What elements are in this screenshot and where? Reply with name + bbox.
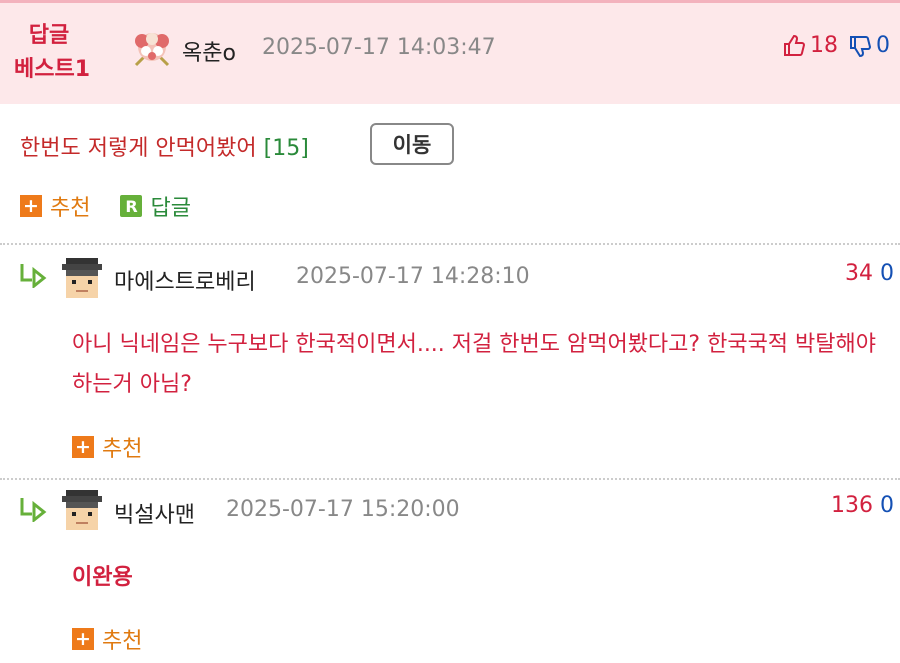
reply-arrow-icon [20, 264, 47, 288]
thread-title-link[interactable]: 한번도 저렇게 안먹어봤어 [15] [20, 130, 309, 162]
recommend-button[interactable]: + 추천 [72, 623, 142, 655]
badge-line-best: 베스트1 [14, 57, 91, 82]
avatar-flower-icon [134, 33, 170, 67]
best-vote-counts: 18 0 [782, 33, 890, 58]
comment-body: 이완용 [72, 565, 133, 590]
divider [0, 243, 900, 245]
recommend-button[interactable]: + 추천 [20, 190, 90, 222]
best-up-count: 18 [810, 33, 838, 58]
avatar-icon [62, 490, 102, 530]
thread-title-text: 한번도 저렇게 안먹어봤어 [20, 136, 257, 161]
reply-r-icon: R [120, 195, 143, 217]
comment-author-name[interactable]: 마에스트로베리 [114, 264, 256, 296]
comment-date: 2025-07-17 14:28:10 [296, 264, 530, 289]
best-author-name[interactable]: 옥춘o [182, 35, 236, 67]
divider [0, 478, 900, 480]
best-reply-badge: 답글 베스트1 [14, 19, 91, 87]
comment-score: 34 0 [845, 261, 894, 286]
comment-date: 2025-07-17 15:20:00 [226, 497, 460, 522]
comment-up-count: 34 [845, 261, 873, 286]
recommend-label: 추천 [50, 196, 91, 221]
best-date: 2025-07-17 14:03:47 [262, 35, 496, 60]
reply-arrow-icon [20, 498, 47, 522]
best-actions: + 추천 R 답글 [20, 190, 191, 222]
recommend-button[interactable]: + 추천 [72, 431, 142, 463]
reply-button[interactable]: R 답글 [120, 190, 191, 222]
recommend-label: 추천 [102, 437, 143, 462]
comment-down-count: 0 [880, 261, 894, 286]
reply-label: 답글 [150, 196, 191, 221]
thread-comment-count: [15] [263, 136, 309, 161]
best-down-count: 0 [876, 33, 890, 58]
recommend-label: 추천 [102, 629, 143, 654]
move-button[interactable]: 이동 [370, 123, 454, 165]
thumbs-up-icon[interactable] [782, 34, 806, 58]
avatar-icon [62, 258, 102, 298]
plus-icon: + [72, 436, 94, 458]
comment-score: 136 0 [831, 493, 894, 518]
comment-author-name[interactable]: 빅설사맨 [114, 497, 195, 529]
badge-line-reply: 답글 [28, 23, 70, 48]
plus-icon: + [20, 195, 42, 217]
best-reply-panel: 답글 베스트1 옥춘o 2025-07-17 14:03:47 18 0 [0, 3, 900, 104]
plus-icon: + [72, 628, 94, 650]
comment-down-count: 0 [880, 493, 894, 518]
thumbs-down-icon[interactable] [848, 34, 872, 58]
comment-up-count: 136 [831, 493, 873, 518]
comment-body: 아니 닉네임은 누구보다 한국적이면서.... 저걸 한번도 암먹어봤다고? 한… [72, 332, 876, 397]
